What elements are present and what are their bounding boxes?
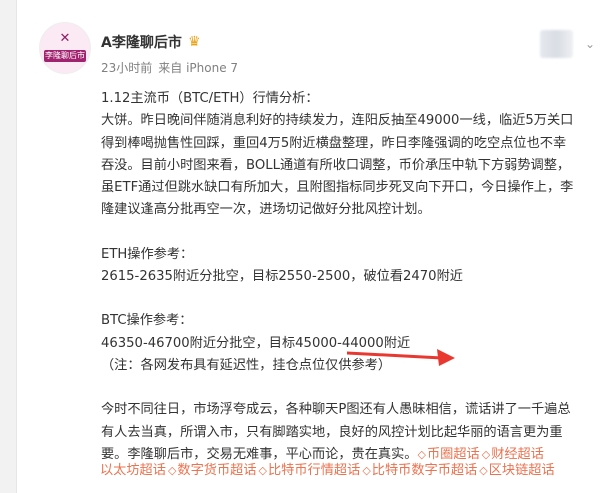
diamond-icon: ◇ xyxy=(481,447,491,461)
post-line: 2615-2635附近分批空，目标2550-2500，破位看2470附近 xyxy=(101,269,463,285)
topic-tag[interactable]: ◇区块链超话 xyxy=(479,463,554,478)
post-time[interactable]: 23小时前 xyxy=(101,61,152,75)
diamond-icon: ◇ xyxy=(479,464,488,477)
post-line: ETH操作参考： xyxy=(101,246,194,262)
topic-tag[interactable]: ◇比特币数字币超话 xyxy=(362,463,477,478)
post-line: 虽ETF通过但跳水缺口有所加大，且附图指标同步死叉向下开口，今日操作上，李 xyxy=(101,180,574,196)
post-source[interactable]: 来自 iPhone 7 xyxy=(158,61,238,75)
post-line: 隆建议逢高分批再空一次，进场切记做好分批风控计划。 xyxy=(101,202,431,218)
tag-line: 以太坊超话 ◇数字货币超话 ◇比特币行情超话 ◇比特币数字币超话 ◇区块链超话 xyxy=(100,460,600,482)
topic-tag[interactable]: ◇比特币行情超话 xyxy=(259,463,361,478)
post-meta: 23小时前 来自 iPhone 7 xyxy=(101,60,244,76)
post-line: 今时不同往日，市场浮夸成云，各种聊天P图还有人愚昧相信，谎话讲了一千遍总 xyxy=(101,402,571,418)
red-arrow-annotation xyxy=(347,349,455,366)
avatar-label: 李隆聊后市 xyxy=(44,50,86,62)
post-line: 1.12主流币（BTC/ETH）行情分析： xyxy=(101,91,319,106)
post-line: BTC操作参考： xyxy=(101,313,193,329)
post-line: 有人去当真，所谓入市，只有脚踏实地，良好的风控计划比起华丽的语言更为重 xyxy=(101,424,563,440)
diamond-icon: ◇ xyxy=(362,464,371,477)
avatar[interactable]: ✕ 李隆聊后市 xyxy=(39,22,91,74)
diamond-icon: ◇ xyxy=(417,447,426,461)
crown-icon: ♛ xyxy=(188,34,201,50)
logo-mark-icon: ✕ xyxy=(59,31,71,46)
post-line: 大饼。昨日晚间伴随消息利好的持续发力，连阳反抽至49000一线，临近5万关口 xyxy=(101,113,574,129)
post-line: 得到棒喝抛售性回踩，重回4万5附近横盘整理，昨日李隆强调的吃空点位也不幸 xyxy=(101,135,567,151)
post-line: 吞没。目前小时图来看，BOLL通道有所收口调整，币价承压中轨下方弱势调整， xyxy=(101,157,571,173)
chevron-down-icon[interactable]: ⌄ xyxy=(585,36,600,52)
blurred-area xyxy=(540,30,573,58)
diamond-icon: ◇ xyxy=(258,464,267,477)
post-content: 1.12主流币（BTC/ETH）行情分析： 大饼。昨日晚间伴随消息利好的持续发力… xyxy=(101,88,600,466)
diamond-icon: ◇ xyxy=(167,464,177,477)
topic-tag[interactable]: ◇数字货币超话 xyxy=(168,463,257,478)
weibo-post-card: ✕ 李隆聊后市 A李隆聊后市 ♛ 23小时前 来自 iPhone 7 ⌄ 1.12… xyxy=(16,0,600,493)
user-name-link[interactable]: A李隆聊后市 xyxy=(101,34,182,52)
topic-tag[interactable]: 以太坊超话 xyxy=(100,463,166,478)
